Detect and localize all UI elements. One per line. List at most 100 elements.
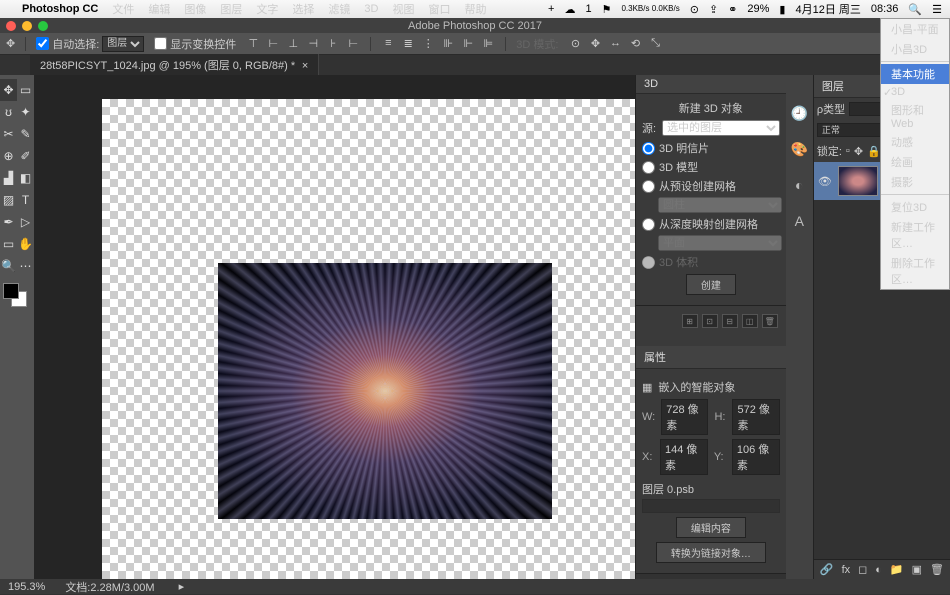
status-hotspot-icon[interactable]: ⊙ (690, 3, 699, 16)
preset-radio[interactable] (642, 180, 655, 193)
eraser-tool[interactable]: ◧ (17, 167, 34, 189)
app-name[interactable]: Photoshop CC (22, 3, 98, 15)
ws-item-graphic-web[interactable]: 图形和 Web (881, 100, 949, 132)
marquee-tool[interactable]: ▭ (17, 79, 34, 101)
lasso-tool[interactable]: ʊ (0, 101, 17, 123)
status-plus-icon[interactable]: + (548, 3, 554, 15)
dist-5-icon[interactable]: ⊩ (461, 37, 475, 50)
trash-icon[interactable]: 🗑 (930, 563, 944, 576)
ws-item-essentials[interactable]: 基本功能 (881, 64, 949, 84)
path-tool[interactable]: ▷ (17, 211, 34, 233)
auto-select-dropdown[interactable]: 图层 (102, 36, 144, 52)
lock-pixels-icon[interactable]: ▫ (846, 145, 850, 157)
smart-object-layer[interactable] (218, 263, 552, 519)
wand-tool[interactable]: ✦ (17, 101, 34, 123)
y-value[interactable]: 106 像素 (732, 439, 780, 475)
status-chevron-icon[interactable]: ▸ (179, 580, 185, 593)
close-tab-icon[interactable]: × (302, 60, 308, 72)
mask-icon[interactable]: ◻ (858, 563, 867, 576)
minimize-window-button[interactable] (22, 21, 32, 31)
type-tool[interactable]: T (17, 189, 34, 211)
3d-footer-icon-2[interactable]: ⊡ (702, 314, 718, 328)
status-time[interactable]: 08:36 (871, 3, 899, 15)
ws-item-custom1[interactable]: 小昌-平面 (881, 19, 949, 39)
document-tab[interactable]: 28t58PICSYT_1024.jpg @ 195% (图层 0, RGB/8… (30, 54, 319, 76)
align-bottom-icon[interactable]: ⊥ (286, 37, 300, 50)
history-icon[interactable]: 🕘 (790, 105, 808, 123)
notification-icon[interactable]: ☰ (932, 3, 942, 16)
eyedropper-tool[interactable]: ✎ (17, 123, 34, 145)
ws-item-motion[interactable]: 动感 (881, 132, 949, 152)
depth-radio[interactable] (642, 218, 655, 231)
menu-window[interactable]: 窗口 (428, 1, 450, 17)
dist-3-icon[interactable]: ⋮ (421, 37, 435, 50)
3d-roll-icon[interactable]: ⟲ (628, 37, 642, 50)
menu-layer[interactable]: 图层 (220, 1, 242, 17)
menu-filter[interactable]: 滤镜 (328, 1, 350, 17)
auto-select-checkbox[interactable] (36, 37, 49, 50)
status-flag-icon[interactable]: ⚑ (602, 3, 612, 16)
align-top-icon[interactable]: ⊤ (246, 37, 260, 50)
ws-item-new[interactable]: 新建工作区… (881, 217, 949, 253)
edit-toolbar[interactable]: ⋯ (17, 255, 34, 277)
3d-orbit-icon[interactable]: ⊙ (568, 37, 582, 50)
status-date[interactable]: 4月12日 周三 (795, 1, 860, 17)
fx-icon[interactable]: fx (842, 564, 851, 576)
foreground-swatch[interactable] (3, 283, 19, 299)
zoom-tool[interactable]: 🔍 (0, 255, 17, 277)
canvas-area[interactable] (34, 75, 635, 579)
canvas[interactable] (102, 99, 635, 579)
heal-tool[interactable]: ⊕ (0, 145, 17, 167)
w-value[interactable]: 728 像素 (661, 399, 708, 435)
layers-tab[interactable]: 图层 (822, 78, 844, 94)
align-vcenter-icon[interactable]: ⊢ (266, 37, 280, 50)
close-window-button[interactable] (6, 21, 16, 31)
zoom-window-button[interactable] (38, 21, 48, 31)
dist-6-icon[interactable]: ⊫ (481, 37, 495, 50)
lock-all-icon[interactable]: 🔒 (867, 145, 881, 158)
model-radio[interactable] (642, 161, 655, 174)
convert-linked-button[interactable]: 转换为链接对象… (656, 542, 766, 563)
dist-2-icon[interactable]: ≣ (401, 37, 415, 50)
menu-select[interactable]: 选择 (292, 1, 314, 17)
3d-scale-icon[interactable]: ⤡ (648, 37, 662, 50)
status-batt[interactable]: 29% (747, 3, 769, 15)
edit-contents-button[interactable]: 编辑内容 (676, 517, 746, 538)
brush-tool[interactable]: ✐ (17, 145, 34, 167)
source-dropdown[interactable]: 选中的图层 (662, 120, 780, 136)
pen-tool[interactable]: ✒ (0, 211, 17, 233)
new-layer-icon[interactable]: ▣ (912, 563, 922, 576)
dist-1-icon[interactable]: ≡ (381, 37, 395, 50)
properties-tab[interactable]: 属性 (644, 349, 666, 365)
crop-tool[interactable]: ✂ (0, 123, 17, 145)
zoom-level[interactable]: 195.3% (8, 581, 45, 593)
create-button[interactable]: 创建 (686, 274, 736, 295)
menu-type[interactable]: 文字 (256, 1, 278, 17)
menu-edit[interactable]: 编辑 (148, 1, 170, 17)
lock-pos-icon[interactable]: ✥ (854, 145, 863, 158)
show-transform-checkbox[interactable] (154, 37, 167, 50)
color-icon[interactable]: 🎨 (790, 141, 808, 159)
workspace-menu[interactable]: 小昌-平面 小昌3D 基本功能 3D 图形和 Web 动感 绘画 摄影 复位3D… (880, 18, 950, 290)
menu-help[interactable]: 帮助 (464, 1, 486, 17)
postcard-radio[interactable] (642, 142, 655, 155)
ws-item-photography[interactable]: 摄影 (881, 172, 949, 192)
3d-footer-icon-3[interactable]: ⊟ (722, 314, 738, 328)
menu-view[interactable]: 视图 (392, 1, 414, 17)
ws-item-reset[interactable]: 复位3D (881, 197, 949, 217)
group-icon[interactable]: 📁 (890, 563, 904, 576)
status-cloud-icon[interactable]: ☁ (564, 3, 575, 16)
ws-item-painting[interactable]: 绘画 (881, 152, 949, 172)
align-hcenter-icon[interactable]: ⊦ (326, 37, 340, 50)
gradient-tool[interactable]: ▨ (0, 189, 17, 211)
3d-footer-icon-1[interactable]: ⊞ (682, 314, 698, 328)
3d-footer-icon-4[interactable]: ◫ (742, 314, 758, 328)
3d-footer-icon-5[interactable]: 🗑 (762, 314, 778, 328)
spotlight-icon[interactable]: 🔍 (908, 3, 922, 16)
menu-file[interactable]: 文件 (112, 1, 134, 17)
status-bt-icon[interactable]: ⚭ (728, 3, 737, 16)
status-wifi-icon[interactable]: ⇪ (709, 3, 718, 16)
3d-zoom-icon[interactable]: ↔ (608, 37, 622, 50)
menu-image[interactable]: 图像 (184, 1, 206, 17)
3d-panel-tab[interactable]: 3D (644, 78, 658, 90)
